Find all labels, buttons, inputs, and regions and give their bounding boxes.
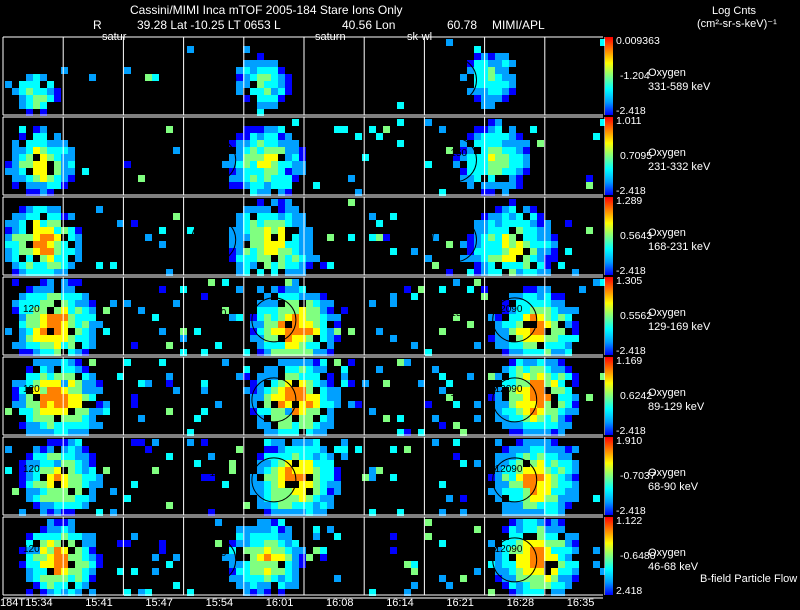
species-label: Oxygen [648, 147, 686, 159]
panel-annotation: 150 [450, 388, 467, 399]
colorbar-7 [605, 517, 613, 595]
species-label: Oxygen [648, 67, 686, 79]
time-tick-label: 15:54 [205, 597, 234, 609]
species-label: Oxygen [648, 467, 686, 479]
colorbar-min-label: 2.418 [616, 585, 643, 597]
time-tick-label: 16:28 [506, 597, 535, 609]
time-tick-label: 16:35 [566, 597, 595, 609]
colorbar-1 [605, 37, 613, 115]
colorbar-3 [605, 197, 613, 275]
panel-annotation: 150 [450, 308, 467, 319]
colorbar-units: (cm²-sr-s-keV)⁻¹ [697, 18, 777, 30]
energy-label: 231-332 keV [648, 161, 711, 173]
colorbar-4 [605, 277, 613, 355]
species-label: Oxygen [648, 307, 686, 319]
panel-annotation: 12090 [495, 464, 523, 475]
panel-annotation: 12090 [495, 384, 523, 395]
info-value: 60.78 [447, 18, 478, 32]
panel-annotation: 120 [23, 384, 40, 395]
species-label: Oxygen [648, 387, 686, 399]
panel-annotation: 150 [210, 308, 227, 319]
time-tick-label: 15:41 [85, 597, 113, 609]
panel-annotation: 12090 [495, 304, 523, 315]
time-tick-label: 16:01 [265, 597, 294, 609]
panel-annotation: 150 [450, 148, 467, 159]
energy-label: 89-129 keV [648, 401, 705, 413]
energy-label: 68-90 keV [648, 481, 699, 493]
colorbar-6 [605, 437, 613, 515]
energy-label: 168-231 keV [648, 241, 711, 253]
info-lat-lt: 39.28 Lat -10.25 LT 0653 L [137, 18, 281, 32]
colorbar-max-label: 1.305 [616, 275, 643, 287]
panel-annotation: 150 [210, 468, 227, 479]
panel-annotation: 12090 [495, 544, 523, 555]
frame-label-1: satur [102, 31, 127, 43]
panel-annotation: 150 [210, 228, 227, 239]
panel-annotation: 150 [210, 388, 227, 399]
time-tick-label: 15:47 [145, 597, 173, 609]
panel-annotation: 120 [23, 464, 40, 475]
colorbar-max-label: 1.011 [616, 115, 642, 127]
panel-annotation: 150 [210, 548, 227, 559]
info-r-label: R [93, 18, 102, 32]
panel-annotation: 120 [23, 304, 40, 315]
time-tick-label: 16:08 [326, 597, 354, 609]
species-label: Oxygen [648, 227, 686, 239]
frame-label-2: saturn [315, 31, 346, 43]
footer-note: B-field Particle Flow [700, 573, 798, 585]
time-tick-label: 184T15:34 [0, 597, 53, 609]
colorbar-title: Log Cnts [712, 5, 757, 17]
panel-annotation: 150 [210, 148, 227, 159]
colorbar-max-label: 0.009363 [616, 35, 660, 47]
species-label: Oxygen [648, 547, 686, 559]
energy-label: 46-68 keV [648, 561, 699, 573]
energy-label: 129-169 keV [648, 321, 711, 333]
colorbar-max-label: 1.122 [616, 515, 643, 527]
colorbar-mid-label: -1.204 [620, 70, 650, 82]
colorbar-max-label: 1.169 [616, 355, 643, 367]
panel-annotation: 150 [450, 228, 467, 239]
colorbar-2 [605, 117, 613, 195]
time-tick-label: 16:14 [386, 597, 414, 609]
colorbar-max-label: 1.910 [616, 435, 643, 447]
info-lon: 40.56 Lon [342, 18, 396, 32]
panel-annotation: 150 [450, 468, 467, 479]
frame-label-3: sk-wl [407, 31, 433, 43]
time-tick-label: 16:21 [446, 597, 474, 609]
colorbar-5 [605, 357, 613, 435]
info-mimi-apl: MIMI/APL [492, 18, 545, 32]
colorbar-max-label: 1.289 [616, 195, 643, 207]
panel-annotation: 120 [23, 544, 40, 555]
energy-label: 331-589 keV [648, 81, 711, 93]
chart-title: Cassini/MIMI Inca mTOF 2005-184 Stare Io… [130, 3, 403, 17]
panel-annotation: 150 [450, 548, 467, 559]
